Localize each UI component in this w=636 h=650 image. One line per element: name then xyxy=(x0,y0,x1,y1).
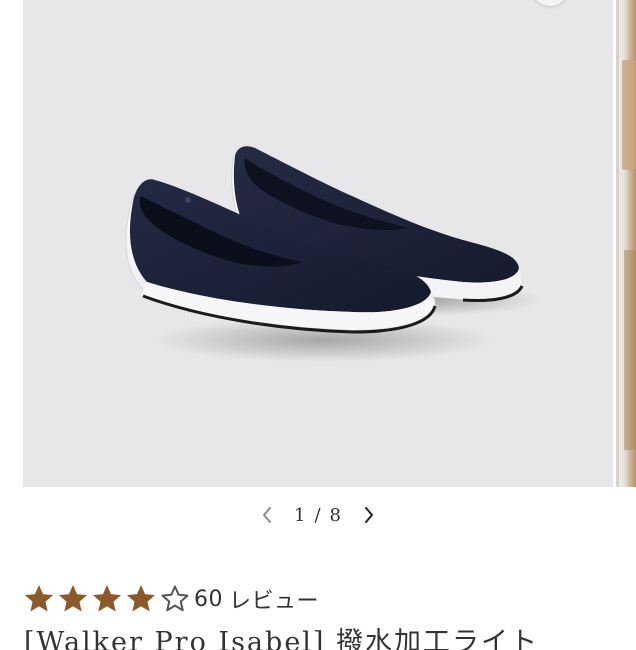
rating-stars xyxy=(24,584,190,614)
review-count-label: レビュー xyxy=(229,589,320,614)
carousel-total: 8 xyxy=(329,504,342,526)
carousel-next-button[interactable] xyxy=(356,502,382,528)
review-count-number: 60 xyxy=(194,586,223,612)
product-rating[interactable]: 60 レビュー xyxy=(24,582,319,616)
next-slide-preview[interactable] xyxy=(616,0,636,487)
shoe-pair-image xyxy=(125,146,543,362)
carousel-current-index: 1 xyxy=(294,504,307,526)
previous-slide-edge xyxy=(0,0,23,487)
star-filled-icon xyxy=(24,584,54,612)
review-count-link[interactable]: 60 レビュー xyxy=(194,583,319,615)
star-filled-icon xyxy=(58,584,88,612)
star-filled-icon xyxy=(126,584,156,612)
carousel-counter: 1 / 8 xyxy=(294,505,342,526)
carousel-separator: / xyxy=(314,504,322,526)
carousel-pager: 1 / 8 xyxy=(240,498,396,532)
star-filled-icon xyxy=(92,584,122,612)
star-outline-icon xyxy=(161,585,189,612)
product-image-carousel[interactable] xyxy=(0,0,636,487)
chevron-left-icon xyxy=(263,507,271,523)
chevron-right-icon xyxy=(364,507,373,523)
product-title: [Walker Pro Isabel] 撥水加工ライト xyxy=(24,627,540,650)
carousel-prev-button[interactable] xyxy=(254,502,280,528)
